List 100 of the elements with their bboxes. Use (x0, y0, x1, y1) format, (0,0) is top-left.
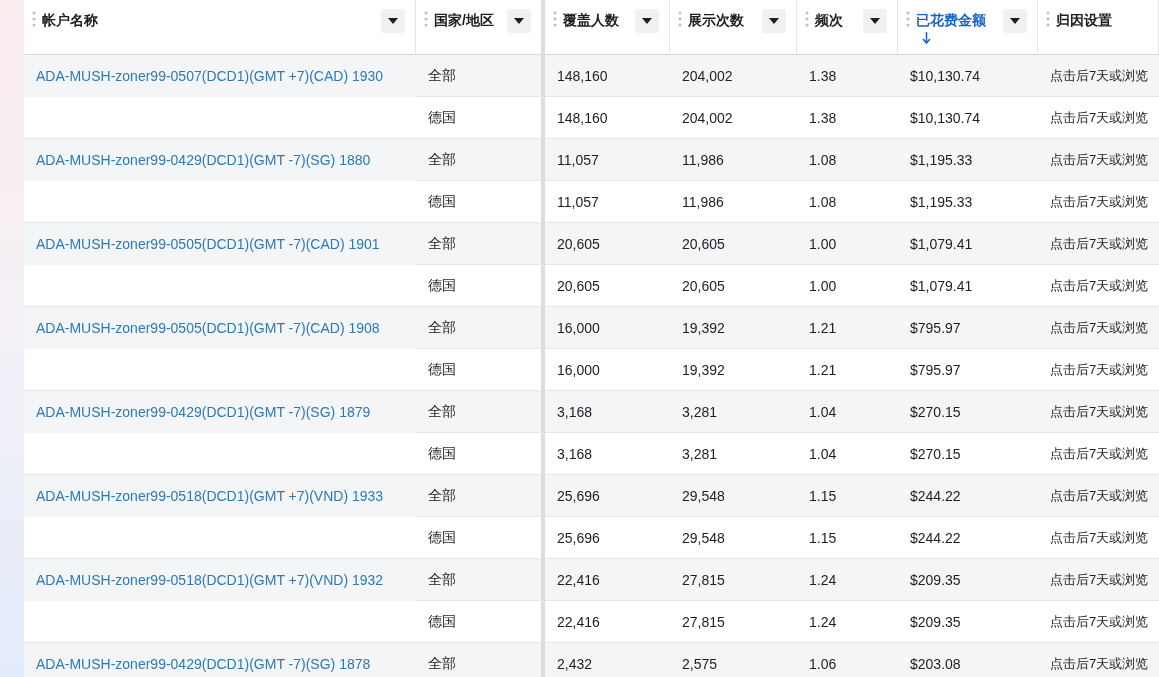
table-cell: 16,000 (557, 319, 600, 336)
table-cell: 148,160 (557, 109, 608, 126)
table-cell: 20,605 (682, 235, 725, 252)
table-cell: 德国 (428, 276, 456, 295)
column-header[interactable]: 已花费金额 (916, 12, 986, 28)
table-cell: 25,696 (557, 529, 600, 546)
drag-handle-icon[interactable] (32, 11, 36, 27)
table-cell: 148,160 (557, 67, 608, 84)
table-cell: 点击后7天或浏览 (1050, 528, 1149, 547)
table-cell: 3,281 (682, 403, 718, 420)
table-cell: 3,281 (682, 445, 718, 462)
column-menu-button[interactable] (381, 9, 405, 33)
table-cell: $795.97 (910, 319, 961, 336)
table-cell: 全部 (428, 66, 456, 85)
table-cell: 1.04 (809, 403, 837, 420)
column-menu-button[interactable] (635, 9, 659, 33)
table-cell: 1.24 (809, 613, 837, 630)
column-header[interactable]: 帐户名称 (42, 12, 98, 28)
table-cell: 点击后7天或浏览 (1050, 570, 1149, 589)
table-cell: 点击后7天或浏览 (1050, 234, 1149, 253)
table-cell: 德国 (428, 360, 456, 379)
table-cell: 3,168 (557, 403, 593, 420)
table-cell: 11,057 (557, 193, 599, 210)
table-cell: 点击后7天或浏览 (1050, 150, 1149, 169)
table-cell: $1,195.33 (910, 151, 973, 168)
caret-icon (642, 18, 652, 24)
table-cell: 全部 (428, 234, 456, 253)
table-cell: $209.35 (910, 613, 961, 630)
table-cell: 德国 (428, 192, 456, 211)
table-cell: 204,002 (682, 67, 733, 84)
table-cell: 204,002 (682, 109, 733, 126)
table-cell: $209.35 (910, 571, 961, 588)
table-cell: 11,986 (682, 193, 724, 210)
caret-icon (1010, 18, 1020, 24)
table-cell: 1.21 (809, 361, 837, 378)
drag-handle-icon[interactable] (553, 11, 557, 27)
table-cell: 1.38 (809, 67, 837, 84)
sort-down-icon (922, 32, 931, 44)
column-header[interactable]: 覆盖人数 (563, 12, 619, 28)
table-cell: 1.24 (809, 571, 837, 588)
table-cell: 点击后7天或浏览 (1050, 192, 1149, 211)
table-cell: 点击后7天或浏览 (1050, 318, 1149, 337)
drag-handle-icon[interactable] (1046, 11, 1050, 27)
caret-icon (870, 18, 880, 24)
table-cell: $203.08 (910, 655, 961, 672)
table-cell: 20,605 (682, 277, 725, 294)
table-cell: 25,696 (557, 487, 600, 504)
table-cell: $270.15 (910, 403, 961, 420)
column-menu-button[interactable] (863, 9, 887, 33)
table-cell: $270.15 (910, 445, 961, 462)
column-header[interactable]: 频次 (815, 12, 843, 28)
table-cell: $10,130.74 (910, 67, 981, 84)
table-cell: 2,432 (557, 655, 593, 672)
table-cell: 德国 (428, 612, 456, 631)
caret-icon (769, 18, 779, 24)
table-cell: 11,986 (682, 151, 724, 168)
table-cell: 1.21 (809, 319, 837, 336)
table-cell: 全部 (428, 570, 456, 589)
table-cell: 1.15 (809, 529, 837, 546)
table-cell: 1.08 (809, 151, 837, 168)
table-cell: 全部 (428, 486, 456, 505)
table-cell: 点击后7天或浏览 (1050, 360, 1149, 379)
table-cell: 全部 (428, 150, 456, 169)
table-cell: 1.00 (809, 277, 837, 294)
column-menu-button[interactable] (1003, 9, 1027, 33)
drag-handle-icon[interactable] (678, 11, 682, 27)
drag-handle-icon[interactable] (805, 11, 809, 27)
table-cell: 1.08 (809, 193, 837, 210)
table-cell: 22,416 (557, 613, 600, 630)
table-cell: 德国 (428, 108, 456, 127)
table-cell: 点击后7天或浏览 (1050, 276, 1149, 295)
table-cell: 27,815 (682, 571, 725, 588)
table-cell: 1.04 (809, 445, 837, 462)
column-menu-button[interactable] (507, 9, 531, 33)
table-cell: 点击后7天或浏览 (1050, 66, 1149, 85)
table-cell: 19,392 (682, 361, 725, 378)
table-cell: 点击后7天或浏览 (1050, 444, 1149, 463)
caret-icon (514, 18, 524, 24)
column-menu-button[interactable] (762, 9, 786, 33)
table-cell: $795.97 (910, 361, 961, 378)
table-cell: 德国 (428, 444, 456, 463)
table-cell: 全部 (428, 654, 456, 673)
table-cell: 29,548 (682, 529, 725, 546)
table-cell: 1.15 (809, 487, 837, 504)
table-cell: 22,416 (557, 571, 600, 588)
column-header[interactable]: 展示次数 (688, 12, 744, 28)
column-header[interactable]: 国家/地区 (434, 12, 494, 28)
table-cell: 2,575 (682, 655, 718, 672)
table-cell: $1,079.41 (910, 235, 973, 252)
table-cell: 20,605 (557, 277, 600, 294)
table-cell: 点击后7天或浏览 (1050, 654, 1149, 673)
table-cell: 1.00 (809, 235, 837, 252)
drag-handle-icon[interactable] (906, 11, 910, 27)
table-cell: 点击后7天或浏览 (1050, 402, 1149, 421)
table-cell: $244.22 (910, 487, 961, 504)
table-cell: 1.38 (809, 109, 837, 126)
drag-handle-icon[interactable] (424, 11, 428, 27)
table-cell: $10,130.74 (910, 109, 981, 126)
column-header[interactable]: 归因设置 (1056, 12, 1112, 28)
table-cell: 点击后7天或浏览 (1050, 108, 1149, 127)
